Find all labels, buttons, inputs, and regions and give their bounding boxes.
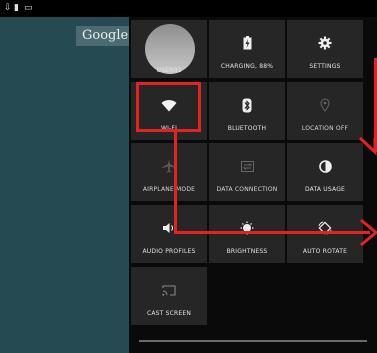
auto-rotate-tile[interactable]: AUTO ROTATE	[287, 205, 363, 263]
speaker-icon	[131, 219, 207, 237]
cast-icon	[131, 281, 207, 299]
callout-arrow-down	[358, 136, 377, 156]
settings-tile[interactable]: SETTINGS	[287, 20, 363, 78]
audio-profiles-tile[interactable]: AUDIO PROFILES	[131, 205, 207, 263]
screenshot-icon: ▭	[24, 3, 33, 13]
sd-card-icon: ▮	[14, 3, 19, 13]
battery-charging-icon	[209, 34, 285, 52]
google-search-bar[interactable]: Google	[76, 26, 132, 46]
bluetooth-icon	[209, 96, 285, 114]
gear-icon	[287, 34, 363, 52]
brightness-tile[interactable]: BRIGHTNESS	[209, 205, 285, 263]
airplane-icon	[131, 157, 207, 175]
callout-arrow-right	[360, 218, 377, 247]
callout-line-horizontal	[174, 231, 370, 234]
wifi-highlight-box	[136, 82, 201, 132]
data-usage-tile[interactable]: DATA USAGE	[287, 143, 363, 201]
battery-tile[interactable]: CHARGING, 88%	[209, 20, 285, 78]
airplane-mode-tile[interactable]: AIRPLANE MODE	[131, 143, 207, 201]
location-tile[interactable]: LOCATION OFF	[287, 82, 363, 140]
callout-line-vertical	[174, 132, 177, 234]
bluetooth-tile[interactable]: BLUETOOTH	[209, 82, 285, 140]
user-tile[interactable]: USER01	[131, 20, 207, 78]
user-label: USER01	[156, 67, 182, 74]
cast-screen-tile[interactable]: CAST SCREEN	[131, 267, 207, 325]
rotate-icon	[287, 219, 363, 237]
download-icon: ⇩	[4, 3, 12, 13]
status-bar: ⇩ ▮ ▭	[0, 0, 377, 17]
google-search-text: Google	[82, 28, 129, 43]
brightness-icon	[209, 219, 285, 237]
data-connection-tile[interactable]: DATA CONNECTION	[209, 143, 285, 201]
data-connection-icon	[209, 157, 285, 175]
quick-settings-panel: USER01 CHARGING, 88% SETTINGS WI-FI BLUE…	[129, 17, 377, 353]
panel-drag-handle[interactable]	[139, 340, 367, 342]
location-icon	[287, 96, 363, 114]
data-usage-icon	[287, 157, 363, 175]
